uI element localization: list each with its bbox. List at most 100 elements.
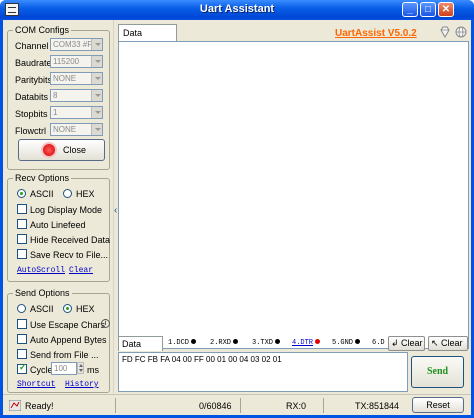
pin-rxd-led-icon <box>233 339 239 344</box>
flowctrl-value: NONE <box>53 125 77 134</box>
status-rx: RX:0 <box>286 401 307 411</box>
save-recv-checkbox[interactable] <box>17 249 27 259</box>
status-ready: Ready! <box>25 401 54 411</box>
send-from-file-checkbox[interactable] <box>17 349 27 359</box>
pin-dtr[interactable]: 4.DTR <box>292 339 321 347</box>
app-window: Uart Assistant _ □ ✕ COM Configs Channel… <box>0 0 474 418</box>
recv-hex-label: HEX <box>76 189 95 199</box>
send-clear2-button[interactable]: ↖ Clear <box>428 336 468 351</box>
send-toolbar: Data Send 1.DCD 2.RXD 3.TXD 4.DTR 5.GND … <box>118 336 471 363</box>
connection-led-icon <box>43 144 55 156</box>
channel-label: Channel <box>15 41 49 51</box>
stopbits-value: 1 <box>53 108 58 117</box>
tab-data-send[interactable]: Data Send <box>118 336 163 363</box>
paritybits-select[interactable]: NONE <box>50 72 103 85</box>
channel-value: COM33 #F <box>53 40 93 49</box>
status-divider <box>240 398 241 413</box>
pin-txd-label: 3.TXD <box>252 339 274 347</box>
chevron-down-icon <box>91 56 102 67</box>
send-ascii-label: ASCII <box>30 304 54 314</box>
com-configs-title: COM Configs <box>13 25 72 35</box>
tab-data-receive[interactable]: Data Receive <box>118 24 177 54</box>
close-port-button[interactable]: Close <box>18 139 105 161</box>
paritybits-value: NONE <box>53 74 77 83</box>
pin-gnd-label: 5.GND <box>332 339 354 347</box>
pin-6[interactable]: 6.D <box>372 339 385 347</box>
databits-value: 8 <box>53 91 58 100</box>
reset-counter-button[interactable]: Reset <box>412 397 464 413</box>
cycle-label: Cycle <box>30 365 53 375</box>
chevron-down-icon <box>91 73 102 84</box>
autoscroll-link[interactable]: AutoScroll <box>17 266 65 275</box>
pin-dcd-label: 1.DCD <box>168 339 190 347</box>
send-options-title: Send Options <box>13 288 72 298</box>
pin-gnd-led-icon <box>355 339 361 344</box>
globe-icon[interactable] <box>455 26 467 38</box>
pin-dtr-label: 4.DTR <box>292 339 314 347</box>
stopbits-select[interactable]: 1 <box>50 106 103 119</box>
pin-gnd[interactable]: 5.GND <box>332 339 361 347</box>
close-window-button[interactable]: ✕ <box>438 2 454 17</box>
pin-dcd[interactable]: 1.DCD <box>168 339 197 347</box>
send-hex-radio[interactable] <box>63 304 72 313</box>
send-from-file-label: Send from File ... <box>30 350 99 360</box>
brand-link[interactable]: UartAssist V5.0.2 <box>335 28 417 39</box>
baudrate-select[interactable]: 115200 <box>50 55 103 68</box>
send-button[interactable]: Send <box>411 356 464 388</box>
clear-arrow-icon: ↲ <box>391 338 399 348</box>
auto-linefeed-checkbox[interactable] <box>17 219 27 229</box>
cycle-spinner[interactable] <box>77 362 84 374</box>
status-counter: 0/60846 <box>199 401 232 411</box>
receive-text-area[interactable] <box>118 41 469 349</box>
pin-txd[interactable]: 3.TXD <box>252 339 281 347</box>
hide-received-checkbox[interactable] <box>17 234 27 244</box>
flowctrl-select[interactable]: NONE <box>50 123 103 136</box>
history-link[interactable]: History <box>65 380 99 389</box>
send-ascii-radio[interactable] <box>17 304 26 313</box>
auto-append-checkbox[interactable] <box>17 334 27 344</box>
databits-select[interactable]: 8 <box>50 89 103 102</box>
pin-6-label: 6.D <box>372 339 385 347</box>
send-text-area[interactable]: FD FC FB FA 04 00 FF 00 01 00 04 03 02 0… <box>118 352 408 392</box>
recv-ascii-label: ASCII <box>30 189 54 199</box>
cycle-interval-input[interactable]: 100 <box>51 362 77 375</box>
channel-select[interactable]: COM33 #F <box>50 38 103 51</box>
recv-hex-radio[interactable] <box>63 189 72 198</box>
cycle-checkbox[interactable] <box>17 362 27 374</box>
baudrate-value: 115200 <box>53 57 80 66</box>
log-display-mode-label: Log Display Mode <box>30 205 103 215</box>
escape-chars-checkbox[interactable] <box>17 319 27 329</box>
pin-rxd[interactable]: 2.RXD <box>210 339 239 347</box>
pin-rxd-label: 2.RXD <box>210 339 232 347</box>
chevron-down-icon <box>91 39 102 50</box>
chevron-down-icon <box>91 124 102 135</box>
paritybits-label: Paritybits <box>15 75 53 85</box>
save-recv-label: Save Recv to File... <box>30 250 109 260</box>
diamond-icon[interactable] <box>439 26 451 38</box>
chevron-down-icon <box>91 90 102 101</box>
client-area: COM Configs Channel COM33 #F Baudrate 11… <box>3 20 471 415</box>
close-port-label: Close <box>63 145 87 155</box>
hide-received-label: Hide Received Data <box>30 235 111 245</box>
title-bar[interactable]: Uart Assistant _ □ ✕ <box>0 0 474 20</box>
send-clear-button[interactable]: ↲ Clear <box>388 336 425 351</box>
log-display-mode-checkbox[interactable] <box>17 204 27 214</box>
shortcut-link[interactable]: Shortcut <box>17 380 55 389</box>
auto-linefeed-label: Auto Linefeed <box>30 220 86 230</box>
chevron-down-icon <box>91 107 102 118</box>
status-divider <box>323 398 324 413</box>
cycle-unit-label: ms <box>87 365 99 375</box>
databits-label: Databits <box>15 92 49 102</box>
recv-clear-link[interactable]: Clear <box>69 266 93 275</box>
info-icon[interactable]: i <box>101 319 110 328</box>
recv-options-title: Recv Options <box>13 173 72 183</box>
maximize-button[interactable]: □ <box>420 2 436 17</box>
send-clear-label: Clear <box>401 338 423 348</box>
recv-ascii-radio[interactable] <box>17 189 26 198</box>
flowctrl-label: Flowctrl <box>15 126 46 136</box>
stopbits-label: Stopbits <box>15 109 48 119</box>
send-hex-label: HEX <box>76 304 95 314</box>
baudrate-label: Baudrate <box>15 58 52 68</box>
back-arrow-icon: ↖ <box>431 338 439 348</box>
minimize-button[interactable]: _ <box>402 2 418 17</box>
